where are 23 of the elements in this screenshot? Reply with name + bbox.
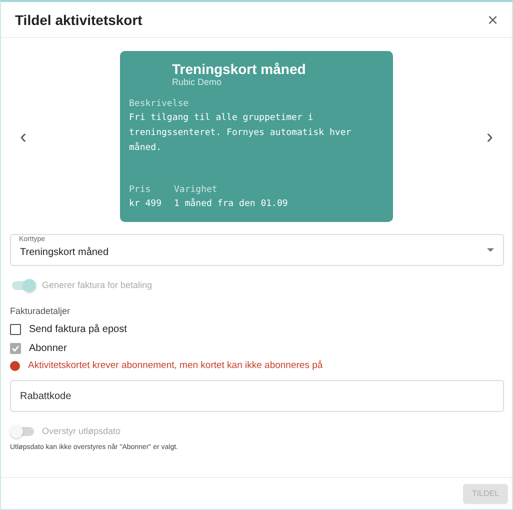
- previous-button[interactable]: ‹: [16, 126, 31, 146]
- error-message: Aktivitetskortet krever abonnement, men kortet kan ikke abonneres på: [28, 360, 323, 371]
- caret-icon: [487, 248, 494, 252]
- card-subtitle: Rubic Demo: [172, 77, 223, 87]
- discount-code-field[interactable]: Rabattkode: [10, 380, 504, 412]
- checkbox-label: Abonner: [29, 343, 67, 354]
- price-label: Pris: [129, 184, 152, 197]
- description-label: Beskrivelse: [129, 98, 190, 111]
- checkbox[interactable]: [10, 324, 21, 335]
- error-icon: [10, 360, 20, 370]
- close-button[interactable]: ×: [485, 10, 500, 28]
- duration-value: 1 måned fra den 01.09: [174, 197, 289, 211]
- toggle-label: Generer faktura for betaling: [42, 280, 152, 290]
- next-button[interactable]: ›: [482, 126, 497, 146]
- checkbox-label: Send faktura på epost: [29, 324, 127, 335]
- price-value: kr 499: [129, 198, 163, 211]
- card-title: Treningskort måned: [172, 61, 307, 77]
- toggle-label: Overstyr utløpsdato: [42, 426, 121, 436]
- dialog-title: Tildel aktivitetskort: [15, 12, 142, 28]
- section-heading: Fakturadetaljer: [10, 306, 72, 316]
- duration-label: Varighet: [174, 184, 218, 197]
- select-value: Treningskort måned: [20, 246, 110, 258]
- description-text: Fri tilgang til alle gruppetimer i treningssenteret. Fornyes automatisk hver måned.: [129, 112, 352, 155]
